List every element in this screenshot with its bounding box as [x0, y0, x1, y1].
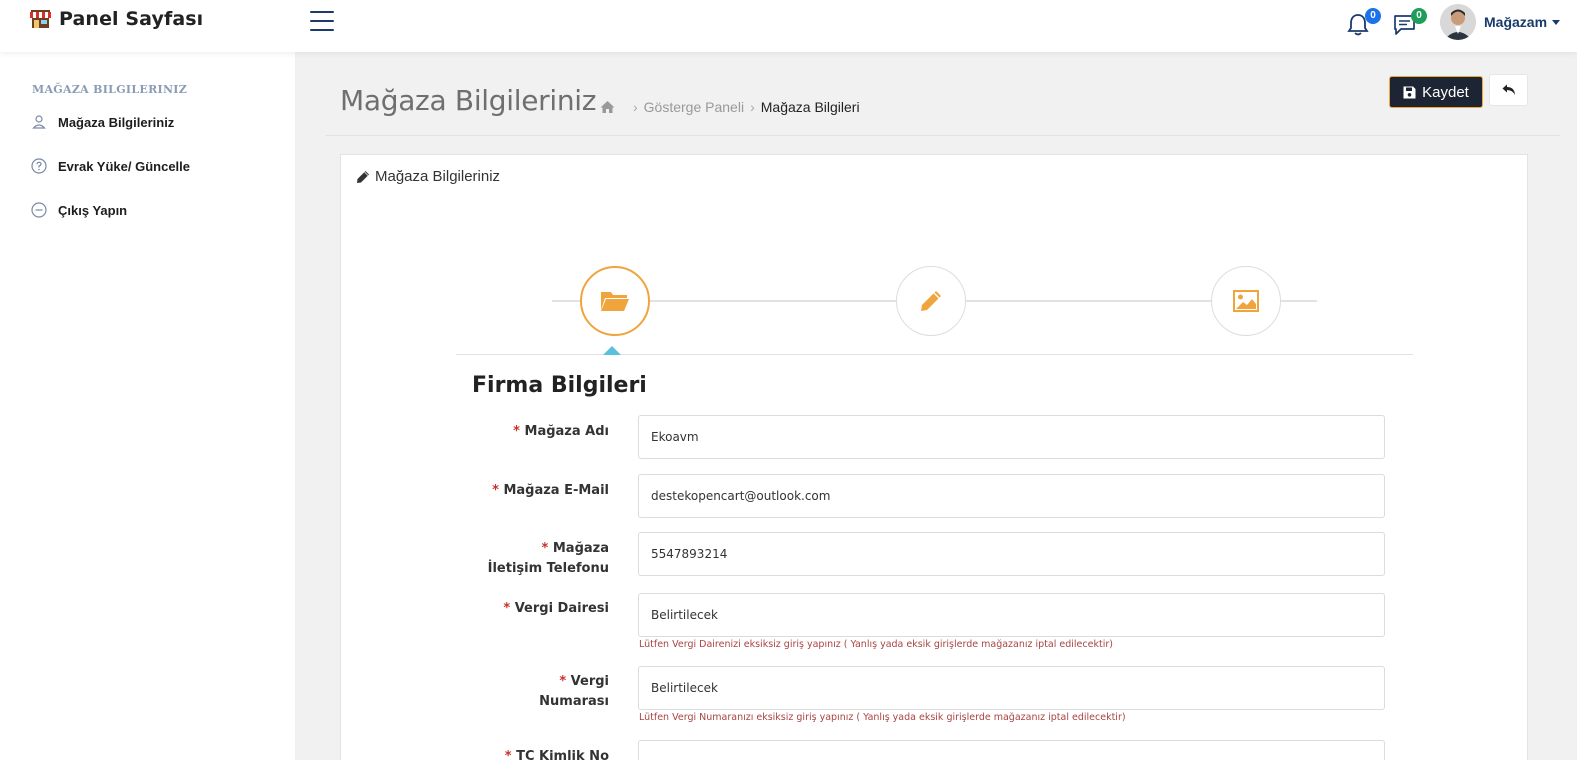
label-text: Numarası: [539, 694, 609, 709]
image-icon: [1233, 290, 1259, 312]
tax-number-label: * Vergi Numarası: [459, 672, 609, 712]
brand-title: Panel Sayfası: [59, 8, 204, 30]
required-marker: *: [559, 674, 567, 689]
notifications-badge: 0: [1365, 8, 1381, 24]
store-name-label: * Mağaza Adı: [459, 422, 609, 442]
reply-icon: [1502, 84, 1515, 95]
tax-office-label: * Vergi Dairesi: [459, 599, 609, 619]
save-icon: [1403, 86, 1416, 98]
required-marker: *: [504, 749, 512, 760]
store-phone-label: * Mağaza İletişim Telefonu: [459, 539, 609, 579]
label-text: Vergi Dairesi: [514, 601, 609, 616]
minus-circle-icon: [31, 202, 47, 218]
sidebar-item-label: Mağaza Bilgileriniz: [58, 114, 175, 130]
back-button[interactable]: [1489, 74, 1528, 106]
breadcrumb-link[interactable]: Gösterge Paneli: [644, 99, 744, 115]
wizard-step-1[interactable]: [580, 266, 650, 336]
sidebar-item-documents[interactable]: Evrak Yüke/ Güncelle: [31, 158, 190, 174]
card-title: Mağaza Bilgileriniz: [356, 168, 500, 185]
sidebar: MAĞAZA BILGILERINIZ Mağaza Bilgileriniz …: [0, 52, 295, 760]
tc-id-label: * TC Kimlik No: [459, 747, 609, 760]
messages-button[interactable]: 0: [1393, 8, 1427, 39]
sidebar-item-logout[interactable]: Çıkış Yapın: [31, 202, 127, 218]
store-info-card: Mağaza Bilgileriniz Firma Bilgileri * Ma…: [340, 154, 1528, 760]
pencil-icon: [921, 291, 941, 311]
page-title: Mağaza Bilgileriniz: [340, 84, 597, 117]
wizard-divider: [456, 354, 1413, 355]
required-marker: *: [513, 424, 520, 439]
header-divider: [325, 135, 1560, 136]
home-icon[interactable]: [600, 100, 615, 114]
save-button-label: Kaydet: [1422, 83, 1469, 101]
pencil-icon: [357, 170, 369, 183]
top-navbar: Panel Sayfası 0 0 Mağazam: [0, 0, 1577, 52]
hamburger-line: [310, 20, 334, 22]
label-text: Mağaza E-Mail: [503, 483, 609, 498]
save-button[interactable]: Kaydet: [1389, 76, 1483, 108]
store-email-label: * Mağaza E-Mail: [459, 481, 609, 501]
breadcrumb: › Gösterge Paneli › Mağaza Bilgileri: [600, 99, 860, 115]
menu-toggle-button[interactable]: [310, 11, 334, 33]
card-title-text: Mağaza Bilgileriniz: [375, 168, 501, 185]
store-icon: [30, 10, 51, 28]
label-text: Mağaza Adı: [524, 424, 609, 439]
tax-number-help: Lütfen Vergi Numaranızı eksiksiz giriş y…: [639, 712, 1126, 723]
folder-open-icon: [601, 292, 629, 311]
label-text: Mağaza: [552, 541, 609, 556]
tax-number-input[interactable]: [638, 666, 1385, 710]
hamburger-line: [310, 29, 334, 31]
label-text: TC Kimlik No: [516, 749, 609, 760]
question-circle-icon: [31, 158, 47, 174]
required-marker: *: [492, 483, 499, 498]
breadcrumb-separator: ›: [750, 99, 755, 115]
chevron-down-icon: [1552, 20, 1561, 25]
section-title: Firma Bilgileri: [472, 373, 647, 398]
label-text: İletişim Telefonu: [487, 561, 609, 576]
wizard-active-indicator: [603, 346, 621, 355]
user-name: Mağazam: [1484, 14, 1548, 30]
user-icon: [32, 115, 46, 129]
tax-office-input[interactable]: [638, 593, 1385, 637]
store-email-input[interactable]: [638, 474, 1385, 518]
breadcrumb-current: Mağaza Bilgileri: [760, 99, 860, 115]
breadcrumb-separator: ›: [633, 99, 638, 115]
sidebar-heading: MAĞAZA BILGILERINIZ: [32, 83, 188, 96]
tax-office-help: Lütfen Vergi Dairenizi eksiksiz giriş ya…: [639, 639, 1113, 650]
store-name-input[interactable]: [638, 415, 1385, 459]
user-menu[interactable]: Mağazam: [1440, 4, 1561, 40]
avatar: [1440, 4, 1476, 40]
sidebar-item-label: Çıkış Yapın: [58, 202, 128, 218]
required-marker: *: [541, 541, 549, 556]
wizard-step-2[interactable]: [896, 266, 966, 336]
required-marker: *: [503, 601, 511, 616]
messages-badge: 0: [1411, 8, 1427, 24]
notifications-button[interactable]: 0: [1347, 8, 1381, 39]
tc-id-input[interactable]: [638, 740, 1385, 760]
store-phone-input[interactable]: [638, 532, 1385, 576]
hamburger-line: [310, 11, 334, 13]
wizard-step-3[interactable]: [1211, 266, 1281, 336]
brand[interactable]: Panel Sayfası: [30, 8, 203, 30]
sidebar-item-label: Evrak Yüke/ Güncelle: [58, 158, 190, 174]
label-text: Vergi: [570, 674, 609, 689]
sidebar-item-store-info[interactable]: Mağaza Bilgileriniz: [31, 114, 174, 130]
